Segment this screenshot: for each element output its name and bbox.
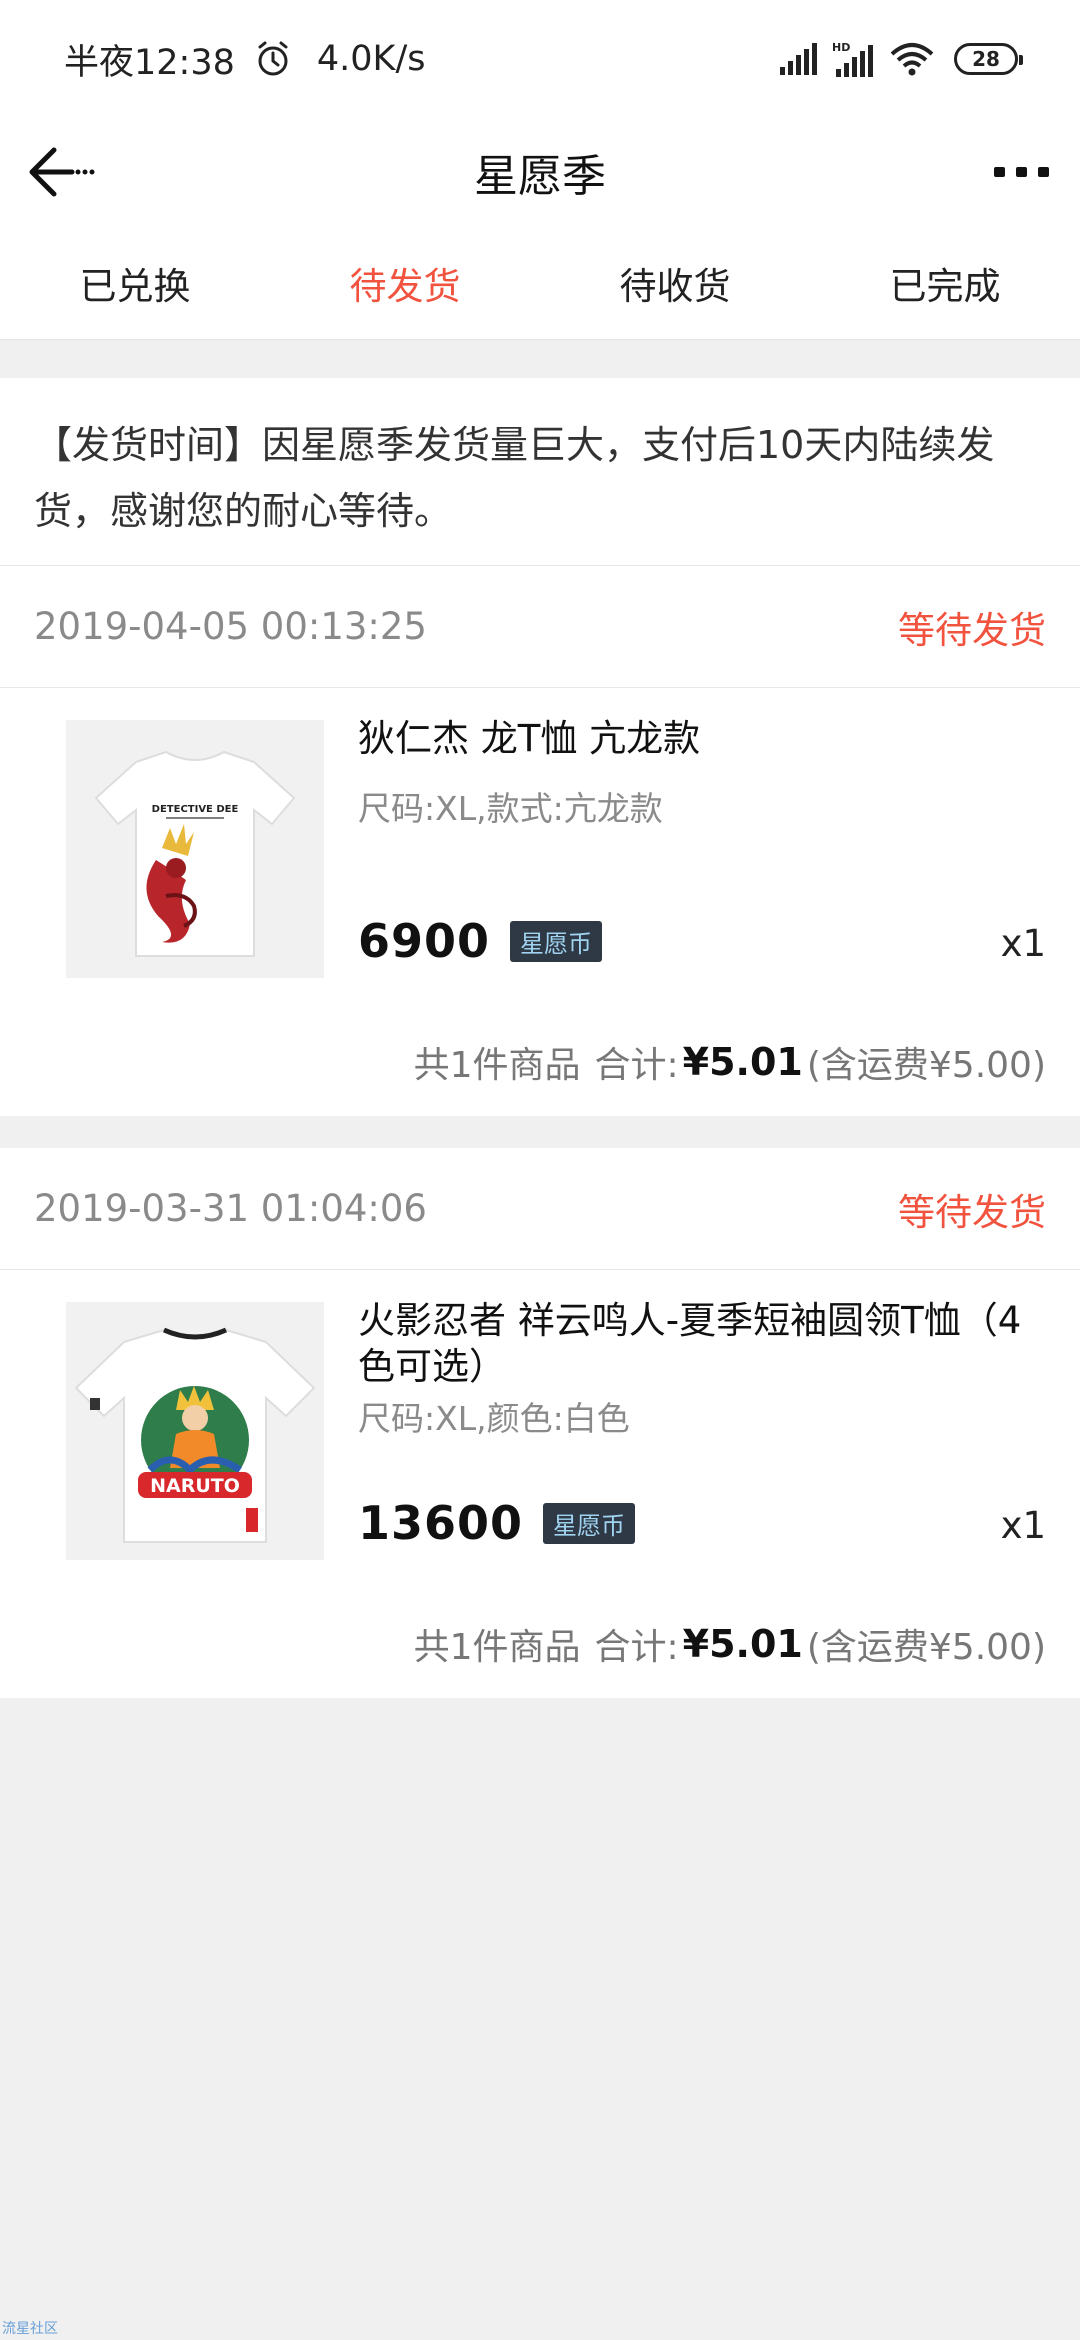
back-arrow-icon[interactable] — [24, 142, 96, 202]
product-price: 13600 — [358, 1496, 524, 1550]
total-label: 合计: — [594, 1627, 679, 1668]
product-spec: 尺码:XL,款式:亢龙款 — [358, 789, 663, 828]
order-summary: 共1件商品 合计: ¥5.01 (含运费¥5.00) — [0, 1590, 1080, 1698]
status-time: 半夜12:38 — [64, 42, 235, 83]
status-icons: HD 28 — [778, 41, 1023, 77]
shipping-fee: (含运费¥5.00) — [806, 1045, 1046, 1086]
app-root: 半夜12:38 4.0K/s HD 28 星愿季 已兑换 待发货 待收货 已完成… — [0, 0, 1080, 2340]
product-price: 6900 — [358, 914, 491, 968]
more-icon[interactable] — [992, 154, 1052, 190]
nav-header: 星愿季 — [0, 118, 1080, 226]
item-count: 共1件商品 — [413, 1627, 581, 1668]
shipping-fee: (含运费¥5.00) — [806, 1627, 1046, 1668]
product-image: DETECTIVE DEE — [66, 720, 324, 978]
order-total: ¥5.01 — [682, 1040, 803, 1084]
status-bar: 半夜12:38 4.0K/s HD 28 — [0, 0, 1080, 118]
svg-text:NARUTO: NARUTO — [150, 1475, 240, 1497]
tab-pending-shipment[interactable]: 待发货 — [270, 226, 540, 339]
order-date: 2019-04-05 00:13:25 — [34, 605, 427, 648]
tab-completed[interactable]: 已完成 — [810, 226, 1080, 339]
order-card[interactable]: 2019-04-05 00:13:25 等待发货 DETECTIVE DEE 狄… — [0, 566, 1080, 1116]
battery-icon: 28 — [954, 43, 1023, 75]
order-total: ¥5.01 — [682, 1622, 803, 1666]
network-speed: 4.0K/s — [316, 39, 426, 79]
order-card[interactable]: 2019-03-31 01:04:06 等待发货 NARUTO 火影忍者 祥云鸣… — [0, 1148, 1080, 1698]
svg-text:HD: HD — [832, 41, 850, 54]
order-status: 等待发货 — [898, 608, 1046, 652]
total-label: 合计: — [594, 1045, 679, 1086]
order-tabs: 已兑换 待发货 待收货 已完成 — [0, 226, 1080, 340]
product-name: 狄仁杰 龙T恤 亢龙款 — [358, 717, 701, 760]
order-date: 2019-03-31 01:04:06 — [34, 1187, 427, 1230]
product-spec: 尺码:XL,颜色:白色 — [358, 1399, 630, 1438]
page-title: 星愿季 — [474, 151, 606, 202]
order-header: 2019-03-31 01:04:06 等待发货 — [0, 1148, 1080, 1270]
price-row: 6900 星愿币 — [358, 914, 603, 968]
price-row: 13600 星愿币 — [358, 1496, 636, 1550]
order-item[interactable]: DETECTIVE DEE 狄仁杰 龙T恤 亢龙款 尺码:XL,款式:亢龙款 6… — [0, 688, 1080, 1008]
item-count: 共1件商品 — [413, 1045, 581, 1086]
currency-tag: 星愿币 — [510, 920, 603, 962]
product-name: 火影忍者 祥云鸣人-夏季短袖圆领T恤（4色可选） — [358, 1299, 1022, 1388]
hd-signal-icon: HD — [832, 41, 873, 77]
tab-pending-receipt[interactable]: 待收货 — [540, 226, 810, 339]
tab-redeemed[interactable]: 已兑换 — [0, 226, 270, 339]
product-quantity: x1 — [1000, 1504, 1046, 1547]
product-quantity: x1 — [1000, 922, 1046, 965]
product-image: NARUTO — [66, 1302, 324, 1560]
shipping-notice: 【发货时间】因星愿季发货量巨大，支付后10天内陆续发货，感谢您的耐心等待。 — [0, 378, 1080, 566]
order-status: 等待发货 — [898, 1190, 1046, 1234]
order-summary: 共1件商品 合计: ¥5.01 (含运费¥5.00) — [0, 1008, 1080, 1116]
wifi-icon — [890, 43, 934, 76]
currency-tag: 星愿币 — [543, 1502, 636, 1544]
order-header: 2019-04-05 00:13:25 等待发货 — [0, 566, 1080, 688]
signal-icon — [780, 43, 817, 75]
order-item[interactable]: NARUTO 火影忍者 祥云鸣人-夏季短袖圆领T恤（4色可选） 尺码:XL,颜色… — [0, 1270, 1080, 1590]
watermark: 流星社区 — [2, 2321, 58, 2337]
alarm-icon — [258, 41, 288, 76]
svg-text:DETECTIVE DEE: DETECTIVE DEE — [152, 804, 239, 815]
